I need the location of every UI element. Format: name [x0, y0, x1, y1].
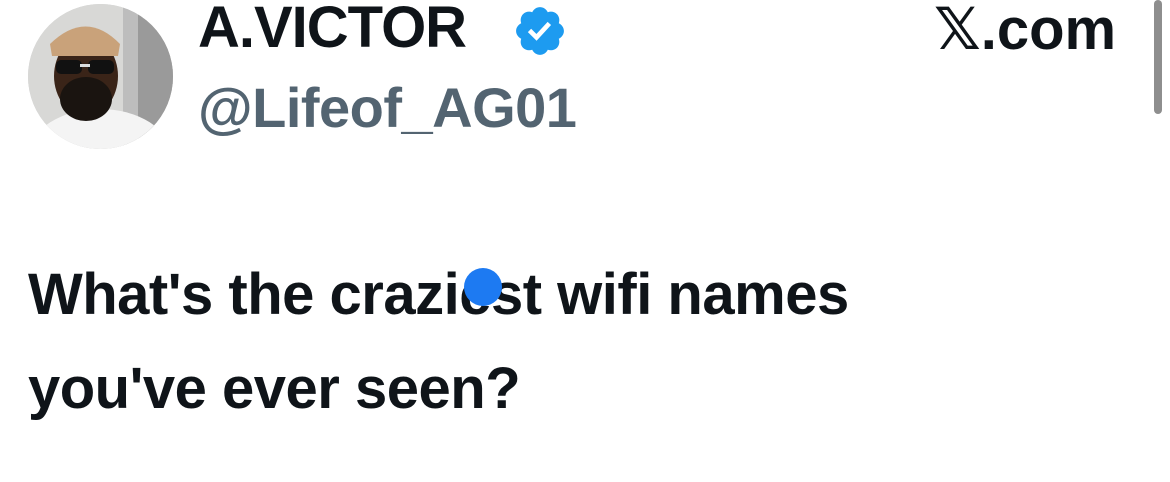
touch-cursor-indicator	[464, 268, 502, 306]
post-text-line: What's the craziest wifi names	[28, 262, 849, 327]
author-handle[interactable]: @Lifeof_AG01	[198, 72, 577, 144]
avatar[interactable]	[28, 4, 173, 149]
post-text-line: you've ever seen?	[28, 356, 521, 421]
verified-badge-icon	[516, 7, 564, 55]
avatar-image	[28, 4, 173, 149]
author-display-name[interactable]: A.VICTOR	[198, 0, 467, 64]
brand-logo: 𝕏.com	[934, 0, 1117, 62]
scrollbar[interactable]	[1154, 0, 1162, 114]
post-text: What's the craziest wifi names you've ev…	[28, 248, 1108, 436]
